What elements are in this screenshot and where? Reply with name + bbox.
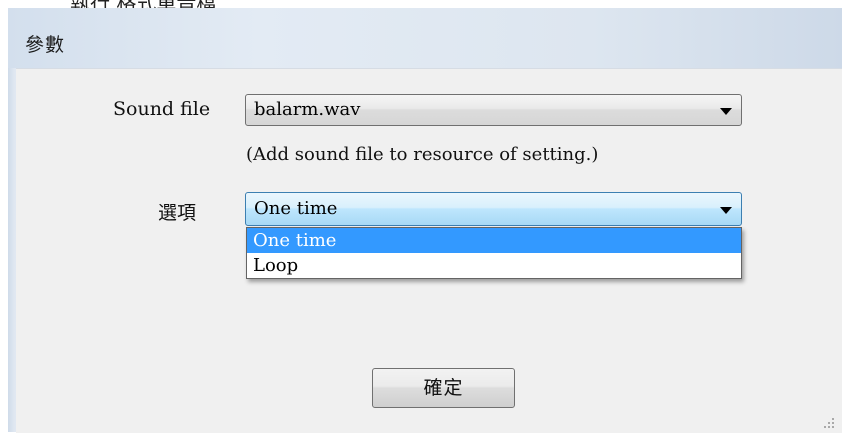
dialog-title: 參數 — [25, 34, 66, 56]
resize-grip-icon[interactable] — [822, 416, 834, 428]
sound-file-label: Sound file — [113, 98, 211, 120]
dialog-titlebar[interactable]: 參數 — [8, 8, 842, 68]
option-dropdown-list: One time Loop — [246, 227, 742, 279]
ok-button[interactable]: 確定 — [372, 368, 515, 408]
sound-file-value: balarm.wav — [254, 99, 361, 120]
sound-file-hint: (Add sound file to resource of setting.) — [246, 144, 599, 165]
chevron-down-icon — [720, 108, 732, 115]
option-dropdown[interactable]: One time — [245, 192, 742, 226]
option-label: 選項 — [158, 202, 197, 224]
option-item-one-time[interactable]: One time — [247, 228, 741, 253]
sound-file-dropdown[interactable]: balarm.wav — [245, 94, 742, 126]
background-window-title-text: 執行 格式單音檔 — [70, 0, 216, 8]
option-item-loop[interactable]: Loop — [247, 253, 741, 278]
option-value: One time — [254, 198, 338, 219]
chevron-down-icon — [720, 207, 732, 214]
background-window-title: 執行 格式單音檔 — [0, 0, 842, 8]
